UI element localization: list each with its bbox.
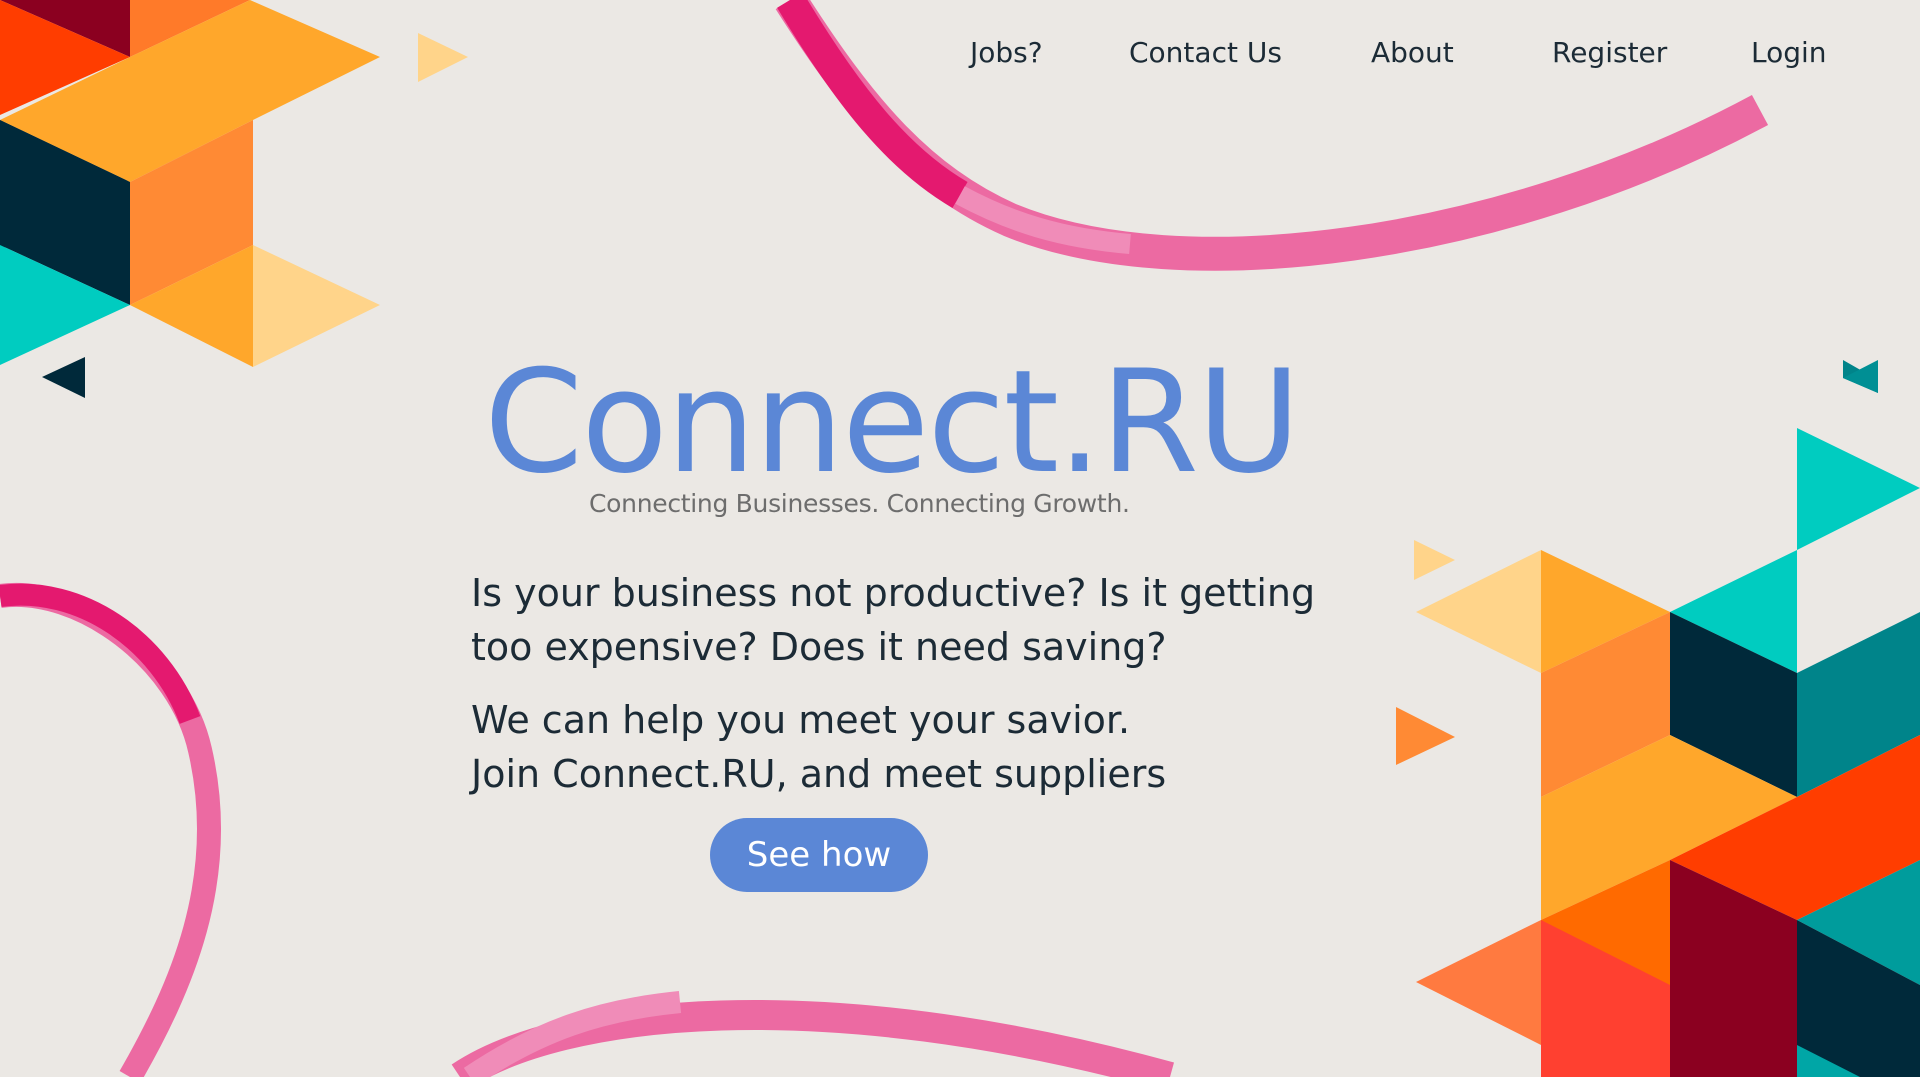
geometric-cluster-top-left <box>0 0 468 398</box>
brand-tagline: Connecting Businesses. Connecting Growth… <box>589 489 1130 518</box>
geometric-cluster-right <box>1396 360 1920 1077</box>
hero-question-line: too expensive? Does it need saving? <box>471 625 1167 669</box>
hero-pitch-line: Join Connect.RU, and meet suppliers <box>471 752 1167 796</box>
brand-logo-text: Connect.RU <box>484 340 1301 505</box>
ribbon-left <box>0 582 222 1077</box>
decorative-background <box>0 0 1920 1077</box>
nav-link-jobs[interactable]: Jobs? <box>970 36 1043 69</box>
hero-question: Is your business not productive? Is it g… <box>471 566 1315 674</box>
nav-link-register[interactable]: Register <box>1552 36 1667 69</box>
see-how-button[interactable]: See how <box>710 818 928 892</box>
hero-pitch: We can help you meet your savior. Join C… <box>471 693 1166 801</box>
hero-pitch-line: We can help you meet your savior. <box>471 698 1131 742</box>
landing-page: Jobs? Contact Us About Register Login Co… <box>0 0 1920 1077</box>
nav-link-about[interactable]: About <box>1371 36 1454 69</box>
nav-link-login[interactable]: Login <box>1751 36 1827 69</box>
hero-question-line: Is your business not productive? Is it g… <box>471 571 1316 615</box>
nav-link-contact-us[interactable]: Contact Us <box>1129 36 1282 69</box>
ribbon-bottom <box>451 991 1175 1077</box>
